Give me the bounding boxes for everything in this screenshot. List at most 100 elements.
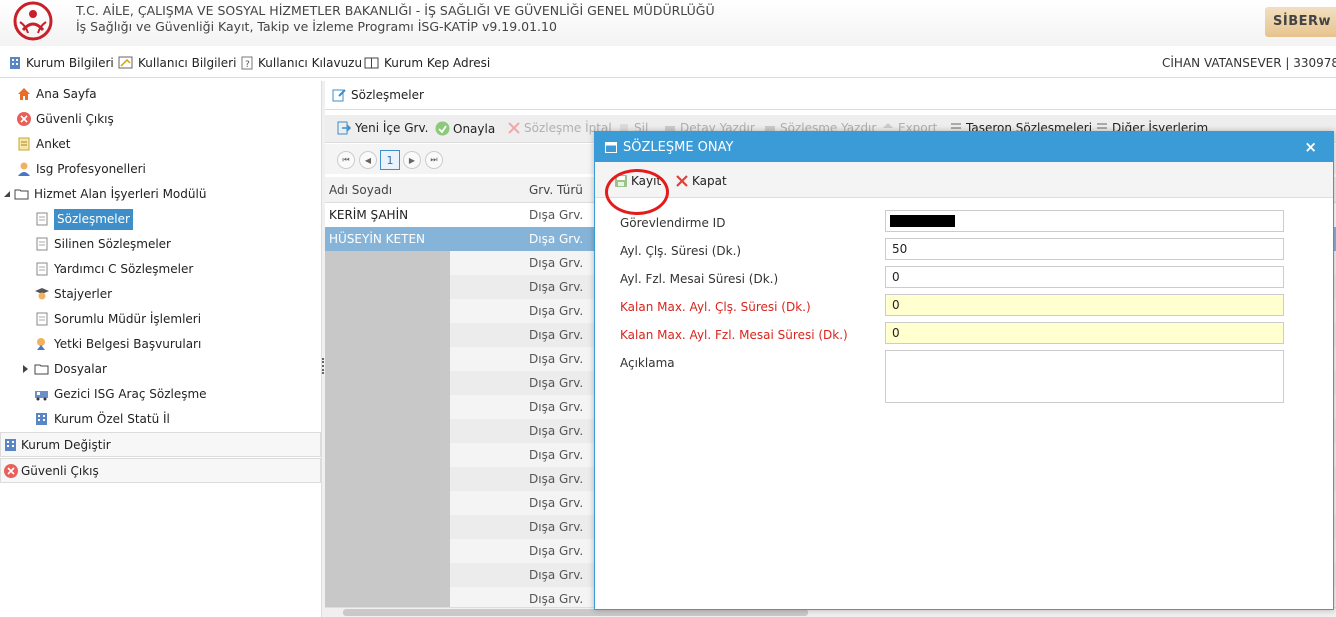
document-icon — [34, 261, 50, 277]
sidebar-kurum-degistir[interactable]: Kurum Değiştir — [0, 432, 321, 457]
sidebar-item-label: Kurum Özel Statü İl — [54, 412, 170, 426]
contract-approval-dialog: SÖZLEŞME ONAY × Kayıt Kapat Görevlendirm… — [594, 131, 1334, 610]
graduate-icon — [34, 286, 50, 302]
document-icon — [34, 211, 50, 227]
splitter-grip-icon[interactable] — [322, 358, 324, 374]
menu-kullanici-bilgileri[interactable]: Kullanıcı Bilgileri — [118, 56, 236, 70]
menu-kurum-kep-adresi[interactable]: Kurum Kep Adresi — [364, 56, 490, 70]
redacted-names — [325, 251, 450, 607]
menu-label: Kullanıcı Bilgileri — [138, 56, 237, 70]
sidebar-item-label: Yetki Belgesi Başvuruları — [54, 337, 202, 351]
cell-type: Dışa Grv. — [529, 544, 584, 558]
scrollbar-thumb[interactable] — [343, 609, 808, 616]
ayl-fzl-mesai-input[interactable] — [885, 266, 1284, 288]
column-header-name[interactable]: Adı Soyadı — [329, 183, 392, 197]
highlight-circle — [605, 169, 669, 215]
sidebar-item-sozlesmeler[interactable]: Sözleşmeler — [34, 208, 133, 230]
menu-kullanici-kilavuzu[interactable]: ? Kullanıcı Kılavuzu — [240, 56, 362, 70]
user-icon — [16, 161, 32, 177]
window-icon — [605, 141, 617, 153]
first-page-button[interactable]: ⏮ — [337, 151, 355, 169]
aciklama-textarea[interactable] — [885, 350, 1284, 403]
next-page-button[interactable]: ▶ — [403, 151, 421, 169]
sidebar-item-stajyerler[interactable]: Stajyerler — [34, 283, 112, 305]
field-label-aciklama: Açıklama — [620, 356, 675, 370]
dialog-title: SÖZLEŞME ONAY — [623, 139, 734, 155]
sidebar-item-guvenli-cikis[interactable]: Güvenli Çıkış — [16, 108, 114, 130]
cell-type: Dışa Grv. — [529, 496, 584, 510]
cell-type: Dışa Grv. — [529, 256, 584, 270]
last-page-button[interactable]: ⏭ — [425, 151, 443, 169]
cell-type: Dışa Grv. — [529, 568, 584, 582]
sidebar-item-label: Kurum Değiştir — [21, 437, 111, 452]
sidebar-item-anket[interactable]: Anket — [16, 133, 70, 155]
exit-icon — [16, 111, 32, 127]
document-icon — [34, 311, 50, 327]
cell-name: KERİM ŞAHİN — [329, 208, 409, 222]
menu-kurum-bilgileri[interactable]: Kurum Bilgileri — [8, 56, 114, 70]
dialog-close-icon[interactable]: × — [1304, 138, 1317, 156]
sidebar-item-gezici-isg[interactable]: Gezici ISG Araç Sözleşme — [34, 383, 207, 405]
close-button[interactable]: Kapat — [675, 174, 727, 188]
cell-type: Dışa Grv. — [529, 280, 584, 294]
toolbar-label: Onayla — [453, 121, 496, 136]
toolbar-label: Yeni İçe Grv. — [355, 121, 429, 135]
address-book-icon — [364, 57, 379, 69]
sidebar-item-label: Güvenli Çıkış — [36, 112, 114, 126]
certificate-icon — [34, 336, 50, 352]
home-icon — [16, 86, 32, 102]
sidebar-guvenli-cikis-bottom[interactable]: Güvenli Çıkış — [0, 458, 321, 483]
sidebar-item-label: Güvenli Çıkış — [21, 463, 99, 478]
sidebar-item-yardimci-c-sozlesmeler[interactable]: Yardımcı C Sözleşmeler — [34, 258, 193, 280]
cell-type: Dışa Grv. — [529, 472, 584, 486]
field-label-ayl-cls-suresi: Ayl. Çlş. Süresi (Dk.) — [620, 244, 742, 258]
cell-type: Dışa Grv. — [529, 448, 584, 462]
cell-type: Dışa Grv. — [529, 424, 584, 438]
cell-type: Dışa Grv. — [529, 376, 584, 390]
check-icon — [435, 121, 450, 136]
sidebar-item-yetki-belgesi[interactable]: Yetki Belgesi Başvuruları — [34, 333, 201, 355]
cell-type: Dışa Grv. — [529, 352, 584, 366]
dialog-title-bar[interactable]: SÖZLEŞME ONAY × — [595, 132, 1333, 162]
user-info: CİHAN VATANSEVER | 330978004 — [1162, 56, 1336, 70]
vehicle-icon — [34, 386, 50, 402]
sidebar-item-kurum-ozel-statu[interactable]: Kurum Özel Statü İl — [34, 408, 170, 430]
cell-type: Dışa Grv. — [529, 304, 584, 318]
survey-icon — [16, 136, 32, 152]
sidebar-item-label: Dosyalar — [54, 362, 107, 376]
sidebar-item-label: Stajyerler — [54, 287, 113, 301]
kalan-max-cls-input[interactable] — [885, 294, 1284, 316]
menu-label: Kurum Bilgileri — [26, 56, 114, 70]
approve-button[interactable]: Onayla — [435, 121, 495, 136]
sidebar-item-ana-sayfa[interactable]: Ana Sayfa — [16, 83, 97, 105]
cell-type: Dışa Grv. — [529, 400, 584, 414]
ayl-cls-suresi-input[interactable] — [885, 238, 1284, 260]
kalan-max-fzl-input[interactable] — [885, 322, 1284, 344]
siber-logo: SİBERw — [1265, 7, 1336, 37]
sidebar-item-silinen-sozlesmeler[interactable]: Silinen Sözleşmeler — [34, 233, 171, 255]
cancel-icon — [508, 122, 520, 134]
prev-page-button[interactable]: ◀ — [359, 151, 377, 169]
field-label-ayl-fzl-mesai: Ayl. Fzl. Mesai Süresi (Dk.) — [620, 272, 779, 286]
sidebar: Ana Sayfa Güvenli Çıkış Anket Isg Profes… — [0, 81, 321, 617]
cell-type: Dışa Grv. — [529, 208, 584, 222]
sidebar-item-label: Isg Profesyonelleri — [36, 162, 146, 176]
new-assignment-button[interactable]: Yeni İçe Grv. — [337, 121, 428, 135]
sidebar-item-isg-profesyonelleri[interactable]: Isg Profesyonelleri — [16, 158, 146, 180]
sidebar-item-sorumlu-mudur[interactable]: Sorumlu Müdür İşlemleri — [34, 308, 201, 330]
sidebar-item-dosyalar[interactable]: Dosyalar — [20, 358, 107, 380]
edit-document-icon — [332, 89, 346, 102]
redacted-id — [890, 215, 955, 227]
document-icon — [34, 236, 50, 252]
sidebar-item-hizmet-alan-isyerleri[interactable]: Hizmet Alan İşyerleri Modülü — [2, 183, 206, 205]
sidebar-item-label: Sözleşmeler — [54, 208, 133, 230]
close-label: Kapat — [692, 174, 727, 188]
cell-type: Dışa Grv. — [529, 592, 584, 606]
sidebar-item-label: Silinen Sözleşmeler — [54, 237, 171, 251]
column-header-type[interactable]: Grv. Türü — [529, 183, 583, 197]
svg-text:?: ? — [245, 60, 250, 70]
cell-type: Dışa Grv. — [529, 232, 584, 246]
menu-label: Kurum Kep Adresi — [384, 56, 491, 70]
page-number[interactable]: 1 — [380, 150, 400, 170]
panel-header: Sözleşmeler — [325, 81, 1336, 110]
